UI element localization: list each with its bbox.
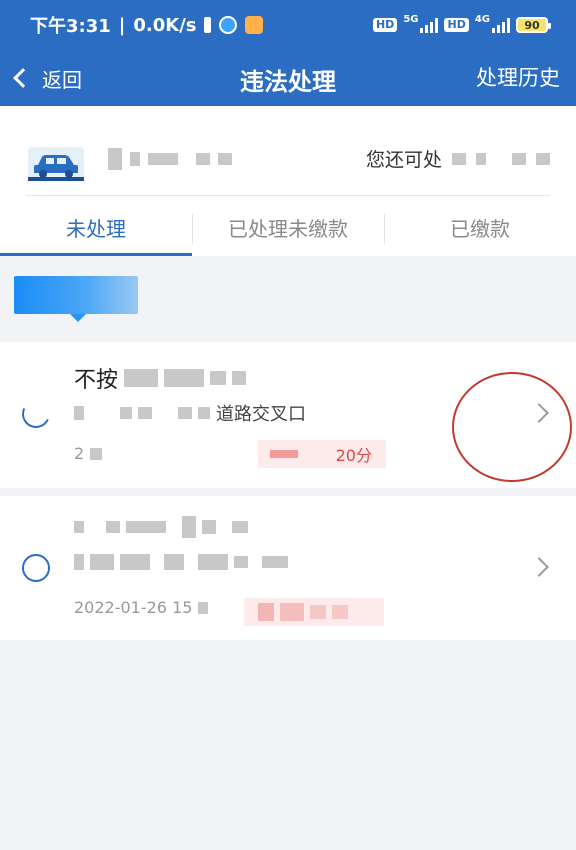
filter-chip[interactable] (14, 276, 138, 322)
network-5g-label: 5G (403, 13, 419, 25)
status-bar: 下午3:31 | 0.0K/s HD 5G HD 4G 90 (0, 0, 576, 50)
vehicle-row[interactable]: 您还可处 (26, 122, 550, 196)
tab-processed-unpaid[interactable]: 已处理未缴款 (192, 202, 384, 256)
penalty-points-badge (244, 598, 384, 626)
signal-icon (420, 17, 439, 33)
app-notification-icon (219, 16, 238, 34)
violation-item[interactable]: 不按 道路交叉口 2 20分 (0, 342, 576, 488)
chevron-right-icon (529, 557, 549, 577)
violation-location (74, 554, 288, 570)
location-suffix: 道路交叉口 (216, 404, 306, 425)
violation-location: 道路交叉口 (74, 400, 306, 426)
violation-title: 不按 (74, 362, 247, 394)
select-radio[interactable] (18, 396, 54, 432)
status-speed: 0.0K/s (133, 14, 197, 36)
remaining-label: 您还可处 (365, 149, 442, 171)
sim-icon (204, 17, 212, 33)
car-icon (28, 146, 84, 181)
penalty-points-badge: 20分 (258, 440, 386, 468)
chevron-left-icon (13, 68, 33, 88)
select-radio[interactable] (22, 554, 50, 582)
violation-date: 2022-01-26 15 (74, 598, 209, 617)
battery-level: 90 (524, 18, 540, 32)
tab-paid[interactable]: 已缴款 (384, 202, 576, 256)
tab-unprocessed[interactable]: 未处理 (0, 202, 192, 256)
hd-badge: HD (372, 18, 398, 32)
vehicle-card: 您还可处 未处理 已处理未缴款 已缴款 (0, 106, 576, 256)
status-time: 下午3:31 (30, 16, 111, 37)
violation-item[interactable]: 2022-01-26 15 (0, 496, 576, 640)
network-4g-label: 4G (474, 13, 490, 25)
tab-bar: 未处理 已处理未缴款 已缴款 (0, 202, 576, 256)
violation-date: 2 (74, 444, 103, 463)
violation-title (74, 516, 248, 538)
back-button[interactable]: 返回 (13, 60, 82, 96)
app-notification-icon-2 (245, 16, 264, 34)
remaining-points: 您还可处 (366, 145, 550, 172)
header: 下午3:31 | 0.0K/s HD 5G HD 4G 90 返回 违法处理 处… (0, 0, 576, 106)
back-label: 返回 (42, 67, 82, 92)
battery-icon: 90 (516, 17, 551, 33)
chevron-right-icon (529, 403, 549, 423)
nav-bar: 返回 违法处理 处理历史 (0, 50, 576, 106)
penalty-points: 20分 (335, 446, 372, 465)
plate-number-masked (108, 147, 232, 170)
history-button[interactable]: 处理历史 (476, 62, 560, 92)
hd-badge-2: HD (444, 18, 469, 32)
signal-icon-2 (492, 17, 510, 33)
